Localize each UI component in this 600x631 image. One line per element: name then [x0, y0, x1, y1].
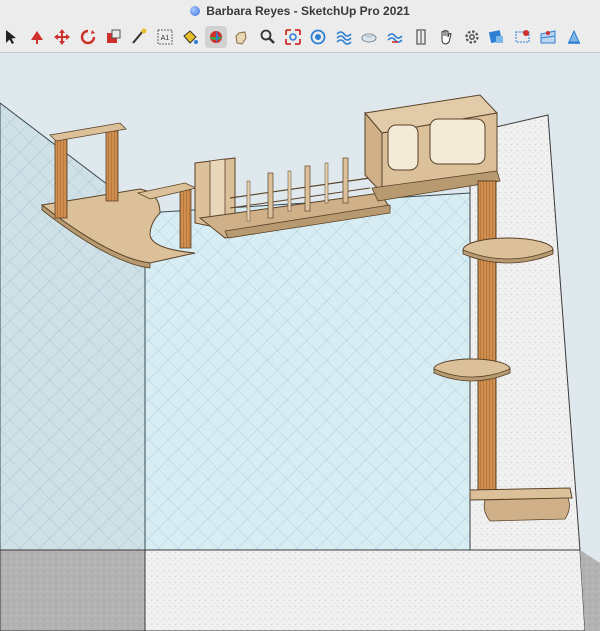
- rotate-icon: [79, 28, 97, 46]
- section-plane-icon: [412, 28, 430, 46]
- zoom-extents-icon: [284, 28, 302, 46]
- text-tool[interactable]: A1: [154, 26, 176, 48]
- move-icon: [53, 28, 71, 46]
- zoom-icon: [258, 28, 276, 46]
- zoom-extents-tool[interactable]: [282, 26, 304, 48]
- text-icon: A1: [156, 28, 174, 46]
- terrain-tool[interactable]: [537, 26, 559, 48]
- move-tool[interactable]: [51, 26, 73, 48]
- hand-tool[interactable]: [435, 26, 457, 48]
- tape-measure-icon: [130, 28, 148, 46]
- arrow-icon: [2, 28, 20, 46]
- previous-view-tool[interactable]: [307, 26, 329, 48]
- settings-tool[interactable]: [461, 26, 483, 48]
- location-icon: [514, 28, 532, 46]
- stamp-icon: [386, 28, 404, 46]
- orbit-tool[interactable]: [204, 26, 227, 48]
- export-tool[interactable]: [563, 26, 585, 48]
- sketchup-doc-icon: [190, 6, 201, 16]
- push-pull-icon: [28, 28, 46, 46]
- export-icon: [565, 28, 583, 46]
- terrain-icon: [539, 28, 557, 46]
- tape-measure-tool[interactable]: [128, 26, 150, 48]
- smoove-icon: [360, 28, 378, 46]
- model-info-icon: [488, 28, 506, 46]
- pan-tool[interactable]: [230, 26, 252, 48]
- push-pull-tool[interactable]: [26, 26, 48, 48]
- previous-view-icon: [309, 28, 327, 46]
- scale-tool[interactable]: [102, 26, 124, 48]
- smoove-tool[interactable]: [358, 26, 380, 48]
- scale-icon: [104, 28, 122, 46]
- stamp-tool[interactable]: [384, 26, 406, 48]
- svg-text:A1: A1: [160, 35, 169, 42]
- select-tool[interactable]: [0, 26, 22, 48]
- add-location-tool[interactable]: [512, 26, 534, 48]
- title-bar: Barbara Reyes - SketchUp Pro 2021: [0, 0, 600, 22]
- scene-canvas[interactable]: [0, 53, 600, 631]
- orbit-icon: [207, 28, 225, 46]
- pan-icon: [232, 28, 250, 46]
- zoom-tool[interactable]: [256, 26, 278, 48]
- back-glass-wall[interactable]: [144, 192, 471, 551]
- model-viewport[interactable]: [0, 53, 600, 631]
- section-plane-tool[interactable]: [410, 26, 432, 48]
- sandbox-tool[interactable]: [333, 26, 355, 48]
- gear-icon: [463, 28, 481, 46]
- floor[interactable]: [0, 549, 600, 631]
- paint-bucket-tool[interactable]: [179, 26, 201, 48]
- hand-icon: [437, 28, 455, 46]
- rotate-tool[interactable]: [77, 26, 99, 48]
- sandbox-icon: [335, 28, 353, 46]
- paint-bucket-icon: [181, 28, 199, 46]
- window-title: Barbara Reyes - SketchUp Pro 2021: [206, 4, 410, 18]
- left-glass-wall[interactable]: [0, 102, 146, 551]
- model-info-tool[interactable]: [486, 26, 508, 48]
- main-toolbar: A1: [0, 22, 600, 53]
